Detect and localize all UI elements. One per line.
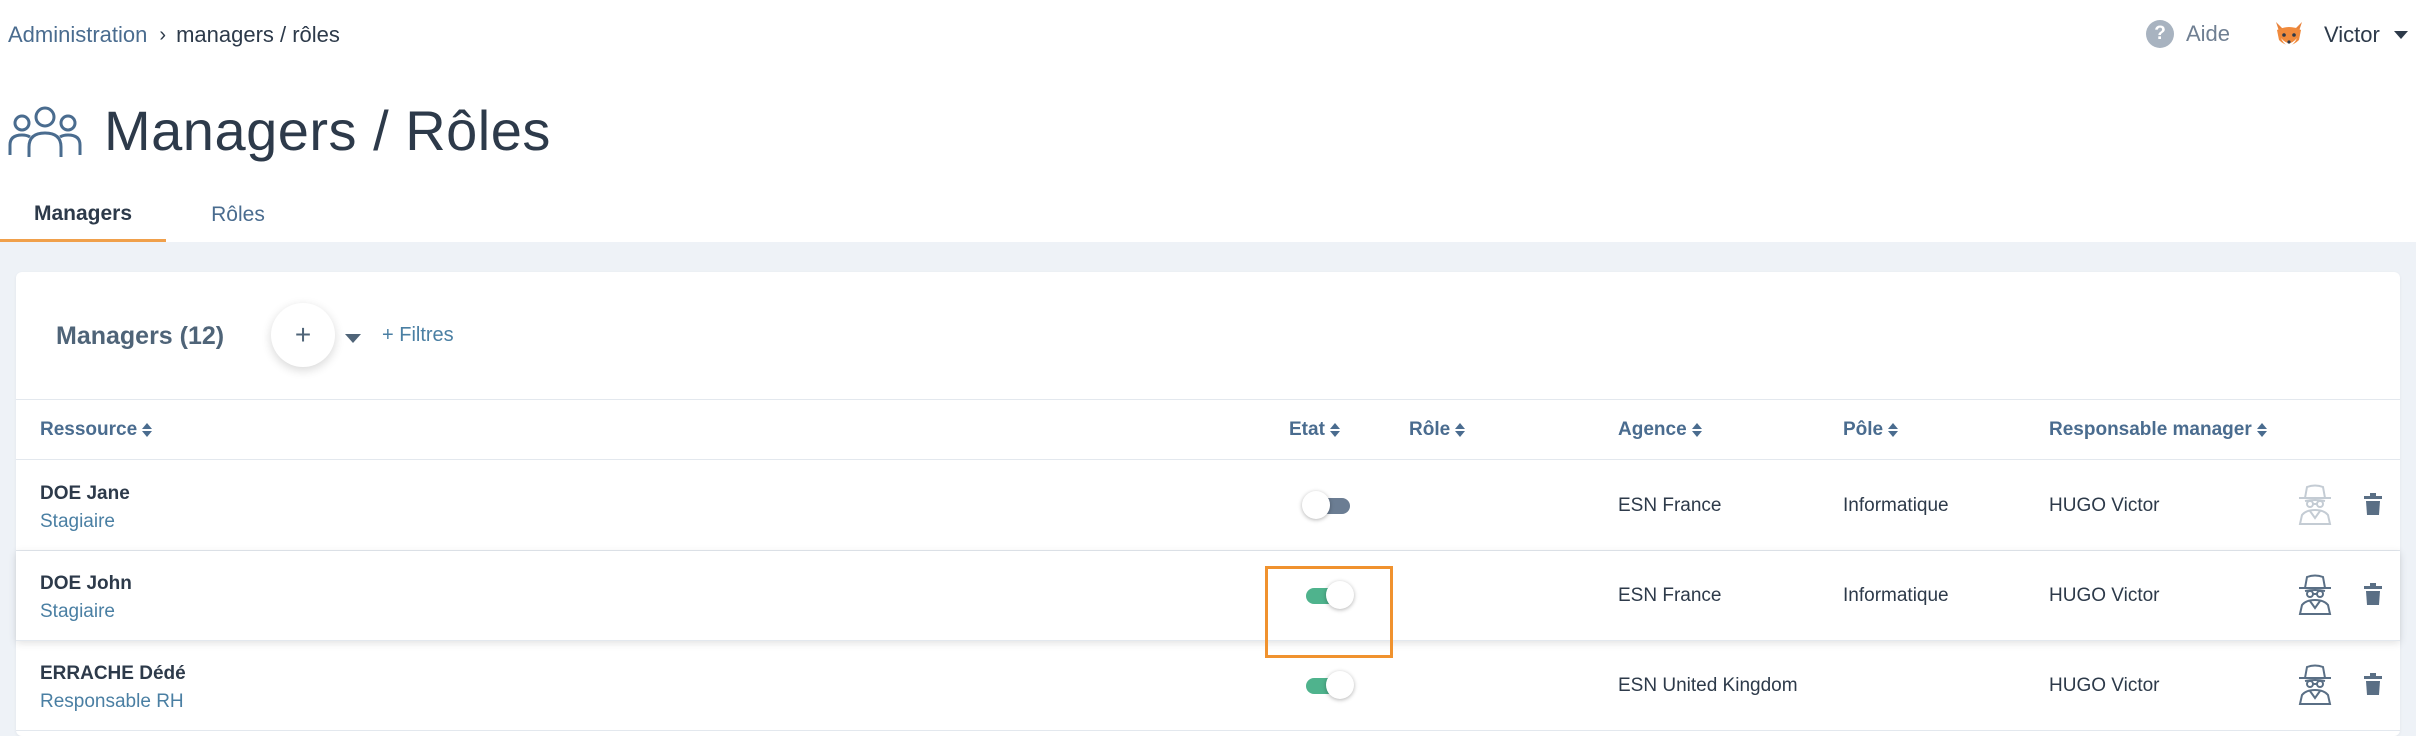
table-header: Ressource Etat Rôle Agence Pôle Responsa… [16,400,2400,460]
card-title: Managers (12) [56,322,225,350]
column-header-state[interactable]: Etat [1289,400,1340,460]
breadcrumb-current: managers / rôles [176,22,340,47]
column-header-role-label: Rôle [1409,419,1451,440]
resource-title: Stagiaire [40,511,115,532]
column-header-resource[interactable]: Ressource [40,400,153,460]
manager-cell: HUGO Victor [2049,585,2160,606]
resource-cell: DOE John Stagiaire [40,573,132,623]
users-group-icon [8,106,82,157]
table-row[interactable]: ERRACHE Dédé Responsable RH ESN United K… [16,641,2400,731]
sort-icon [2256,423,2267,437]
column-header-pole-label: Pôle [1843,419,1884,440]
table-row[interactable]: DOE John Stagiaire ESN France Informatiq… [16,551,2400,658]
state-toggle[interactable] [1302,581,1354,609]
manager-cell: HUGO Victor [2049,675,2160,696]
agency-cell: ESN France [1618,495,1722,516]
spy-icon[interactable] [2296,663,2334,705]
user-menu[interactable]: Victor [2272,18,2408,52]
help-link[interactable]: ? Aide [2146,20,2230,48]
caret-down-icon[interactable] [345,334,361,343]
resource-name[interactable]: ERRACHE Dédé [40,663,186,685]
resource-title: Responsable RH [40,691,184,712]
sort-icon [1329,423,1340,437]
spy-icon[interactable] [2296,573,2334,615]
caret-down-icon [2393,31,2408,39]
resource-cell: ERRACHE Dédé Responsable RH [40,663,186,713]
user-name: Victor [2324,22,2380,47]
column-header-manager-label: Responsable manager [2049,419,2252,440]
add-manager-button[interactable]: + [271,303,335,367]
tab-roles[interactable]: Rôles [166,188,310,242]
table-row[interactable]: DOE Jane Stagiaire ESN France Informatiq… [16,461,2400,551]
page-title: Managers / Rôles [104,99,551,162]
state-toggle[interactable] [1302,491,1354,519]
manager-cell: HUGO Victor [2049,495,2160,516]
top-bar: Administration › managers / rôles ? Aide… [0,0,2416,72]
help-label: Aide [2186,21,2231,46]
pole-cell: Informatique [1843,495,1949,516]
pole-cell: Informatique [1843,585,1949,606]
card-header: Managers (12) + + Filtres [16,272,2400,400]
sort-icon [1888,423,1899,437]
question-circle-icon: ? [2146,20,2174,48]
sort-icon [142,423,153,437]
column-header-state-label: Etat [1289,419,1325,440]
column-header-manager[interactable]: Responsable manager [2049,400,2267,460]
sort-icon [1455,423,1466,437]
spy-icon [2298,484,2332,525]
state-toggle[interactable] [1302,671,1354,699]
filters-button[interactable]: + Filtres [382,324,454,347]
chevron-right-icon: › [159,23,167,46]
trash-icon[interactable] [2364,673,2382,695]
column-header-agency[interactable]: Agence [1618,400,1702,460]
column-header-agency-label: Agence [1618,419,1687,440]
resource-name[interactable]: DOE John [40,573,132,595]
page-header: Managers / Rôles [8,98,551,163]
tab-managers[interactable]: Managers [0,188,166,242]
fox-avatar [2276,22,2302,46]
column-header-role[interactable]: Rôle [1409,400,1466,460]
managers-card: Managers (12) + + Filtres Ressource Etat… [16,272,2400,736]
column-header-resource-label: Ressource [40,419,138,440]
resource-name[interactable]: DOE Jane [40,483,130,505]
resource-title: Stagiaire [40,601,115,622]
resource-cell: DOE Jane Stagiaire [40,483,130,533]
trash-icon[interactable] [2364,583,2382,605]
agency-cell: ESN France [1618,585,1722,606]
tab-bar: Managers Rôles [0,188,2416,242]
sort-icon [1691,423,1702,437]
breadcrumb: Administration › managers / rôles [8,22,340,48]
agency-cell: ESN United Kingdom [1618,675,1798,696]
breadcrumb-link-administration[interactable]: Administration [8,22,147,48]
column-header-pole[interactable]: Pôle [1843,400,1899,460]
trash-icon[interactable] [2364,493,2382,515]
